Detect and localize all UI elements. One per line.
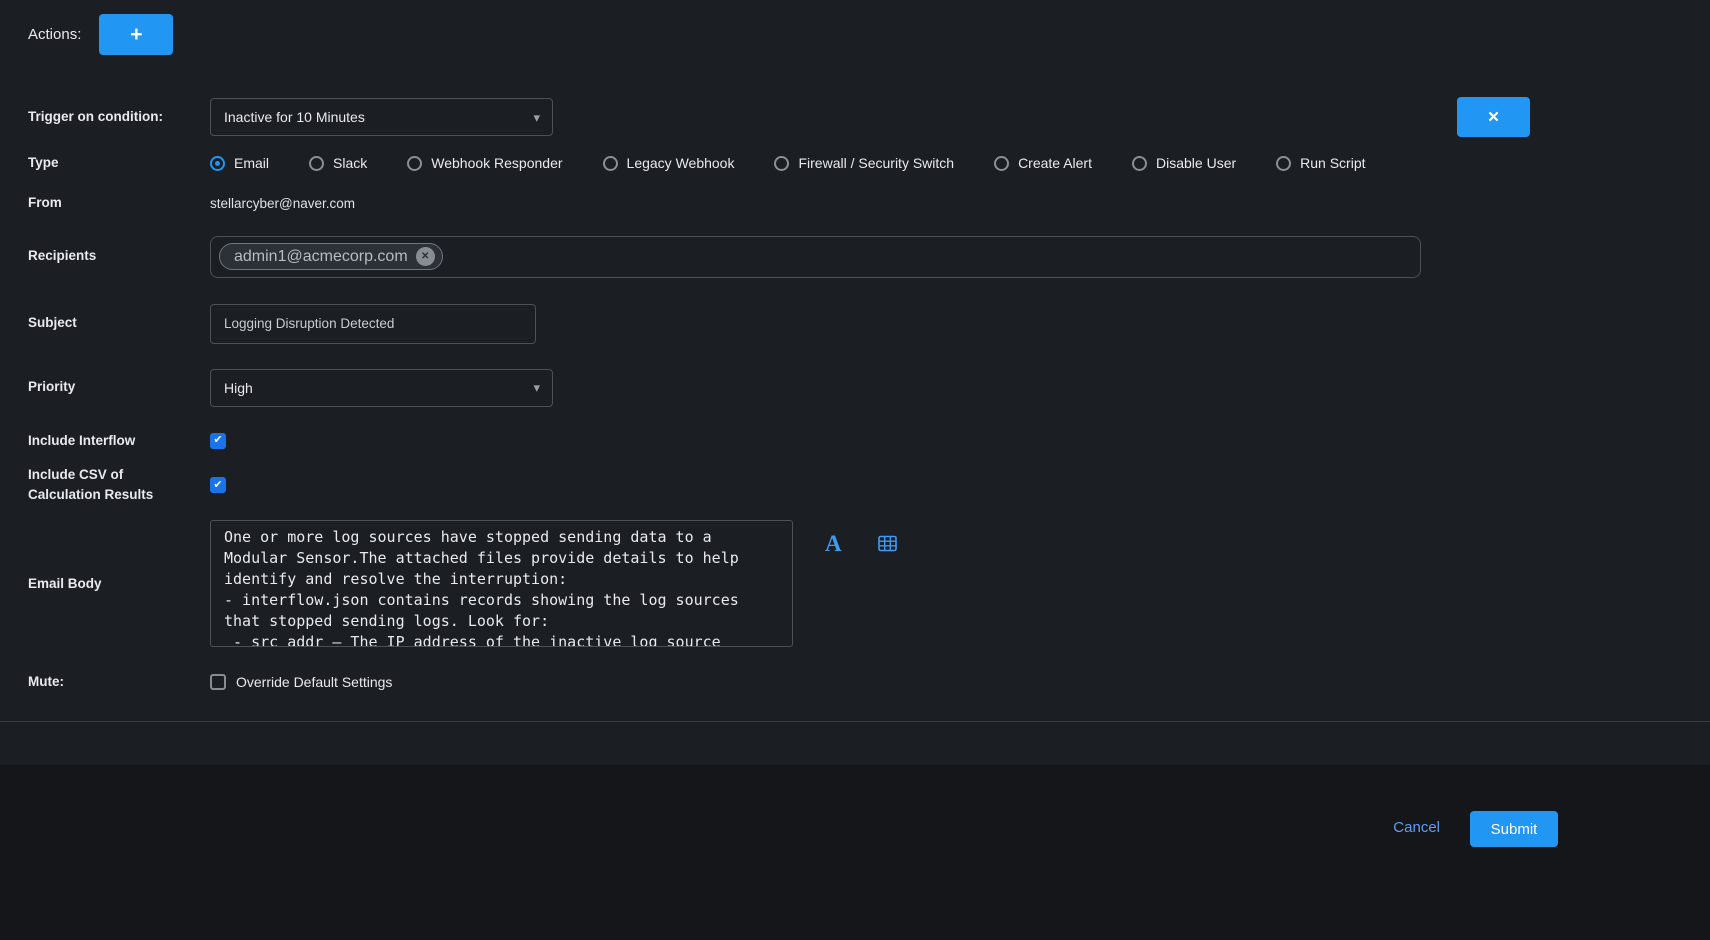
actions-label: Actions:	[28, 26, 81, 43]
type-row: Type Email Slack Webhook Responder Legac…	[0, 153, 1710, 173]
radio-legacy-webhook[interactable]: Legacy Webhook	[603, 155, 735, 171]
submit-button[interactable]: Submit	[1470, 811, 1558, 847]
radio-unselected-icon	[774, 156, 789, 171]
priority-select[interactable]: High ▾	[210, 369, 553, 407]
priority-row: Priority High ▾	[0, 369, 1710, 407]
recipients-row: Recipients admin1@acmecorp.com ✕	[0, 236, 1710, 278]
section-divider	[0, 721, 1710, 722]
trigger-condition-row: Trigger on condition: Inactive for 10 Mi…	[0, 97, 1710, 137]
radio-disable-user[interactable]: Disable User	[1132, 155, 1236, 171]
mute-label: Mute:	[28, 672, 210, 692]
trigger-condition-label: Trigger on condition:	[28, 107, 210, 127]
radio-email-label: Email	[234, 155, 269, 171]
chip-remove-icon[interactable]: ✕	[416, 247, 435, 266]
include-interflow-row: Include Interflow ✔	[0, 431, 1710, 451]
radio-slack[interactable]: Slack	[309, 155, 367, 171]
subject-row: Subject	[0, 304, 1710, 344]
radio-unselected-icon	[1276, 156, 1291, 171]
remove-action-button[interactable]: ✕	[1457, 97, 1530, 137]
recipient-chip-text: admin1@acmecorp.com	[234, 248, 408, 266]
priority-label: Priority	[28, 377, 210, 397]
radio-disable-user-label: Disable User	[1156, 155, 1236, 171]
radio-firewall-security-switch[interactable]: Firewall / Security Switch	[774, 155, 954, 171]
subject-label: Subject	[28, 313, 210, 333]
check-icon: ✔	[213, 480, 222, 491]
plus-icon: +	[130, 23, 142, 47]
radio-unselected-icon	[994, 156, 1009, 171]
trigger-condition-select[interactable]: Inactive for 10 Minutes ▾	[210, 98, 553, 136]
email-body-field: One or more log sources have stopped sen…	[210, 520, 897, 647]
add-action-button[interactable]: +	[99, 14, 173, 55]
mute-row: Mute: Override Default Settings	[0, 672, 1710, 692]
include-interflow-label: Include Interflow	[28, 431, 210, 451]
include-interflow-checkbox[interactable]: ✔	[210, 433, 226, 449]
radio-unselected-icon	[1132, 156, 1147, 171]
email-body-textarea[interactable]: One or more log sources have stopped sen…	[210, 520, 793, 647]
from-value: stellarcyber@naver.com	[210, 196, 355, 211]
radio-run-script[interactable]: Run Script	[1276, 155, 1365, 171]
subject-input[interactable]	[210, 304, 536, 344]
font-format-icon[interactable]: A	[825, 532, 842, 555]
email-body-row: Email Body One or more log sources have …	[0, 520, 1710, 647]
radio-firewall-security-switch-label: Firewall / Security Switch	[798, 155, 954, 171]
chevron-down-icon: ▾	[533, 111, 540, 124]
chevron-down-icon: ▾	[533, 381, 540, 394]
cancel-button[interactable]: Cancel	[1393, 811, 1440, 844]
mute-override-label: Override Default Settings	[236, 674, 392, 690]
insert-table-icon[interactable]	[878, 534, 897, 553]
radio-webhook-responder[interactable]: Webhook Responder	[407, 155, 562, 171]
include-csv-checkbox[interactable]: ✔	[210, 477, 226, 493]
radio-create-alert[interactable]: Create Alert	[994, 155, 1092, 171]
type-label: Type	[28, 153, 210, 173]
action-configuration-page: Actions: + Trigger on condition: Inactiv…	[0, 0, 1710, 722]
check-icon: ✔	[213, 435, 222, 446]
type-radio-group: Email Slack Webhook Responder Legacy Web…	[210, 155, 1366, 171]
close-icon: ✕	[1487, 108, 1500, 126]
mute-override-checkbox[interactable]	[210, 674, 226, 690]
priority-value: High	[224, 380, 253, 396]
trigger-condition-value: Inactive for 10 Minutes	[224, 109, 365, 125]
radio-email[interactable]: Email	[210, 155, 269, 171]
footer-bar: Cancel Submit	[0, 765, 1710, 940]
recipients-input[interactable]: admin1@acmecorp.com ✕	[210, 236, 1421, 278]
recipient-chip: admin1@acmecorp.com ✕	[219, 243, 443, 270]
radio-run-script-label: Run Script	[1300, 155, 1365, 171]
actions-header: Actions: +	[0, 0, 1710, 55]
radio-webhook-responder-label: Webhook Responder	[431, 155, 562, 171]
email-body-label: Email Body	[28, 574, 210, 594]
radio-unselected-icon	[309, 156, 324, 171]
radio-unselected-icon	[407, 156, 422, 171]
mute-override-option[interactable]: Override Default Settings	[210, 674, 392, 690]
email-body-toolbar: A	[825, 532, 897, 555]
from-row: From stellarcyber@naver.com	[0, 193, 1710, 213]
radio-slack-label: Slack	[333, 155, 367, 171]
radio-legacy-webhook-label: Legacy Webhook	[627, 155, 735, 171]
recipients-label: Recipients	[28, 246, 210, 266]
radio-unselected-icon	[603, 156, 618, 171]
include-csv-row: Include CSV of Calculation Results ✔	[0, 465, 1710, 506]
from-label: From	[28, 193, 210, 213]
radio-create-alert-label: Create Alert	[1018, 155, 1092, 171]
radio-selected-icon	[210, 156, 225, 171]
include-csv-label: Include CSV of Calculation Results	[28, 465, 210, 506]
